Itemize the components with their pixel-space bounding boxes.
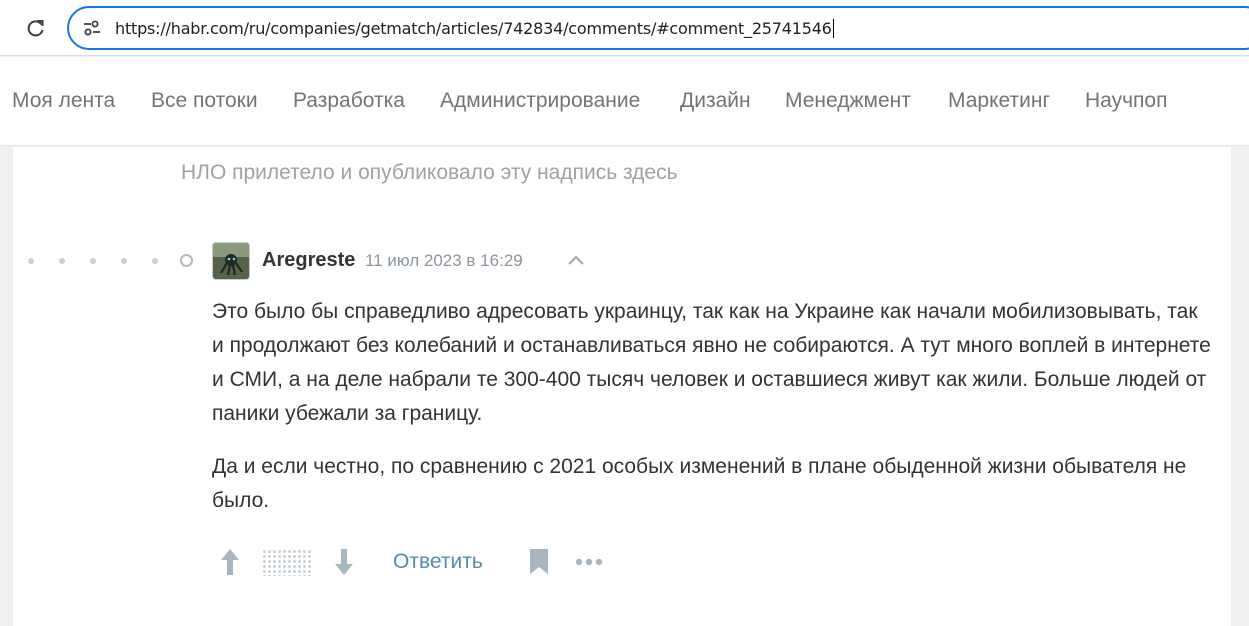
comments-card: НЛО прилетело и опубликовало эту надпись… bbox=[13, 147, 1231, 626]
thread-current-ring[interactable] bbox=[180, 254, 193, 267]
nav-item-administration[interactable]: Администрирование bbox=[440, 89, 640, 113]
thread-dot bbox=[28, 258, 34, 264]
nav-item-management[interactable]: Менеджмент bbox=[785, 89, 911, 113]
main-nav: Моя лента Все потоки Разработка Админист… bbox=[0, 57, 1249, 146]
downvote-icon[interactable] bbox=[332, 542, 356, 582]
more-icon[interactable] bbox=[574, 542, 606, 582]
nav-item-design[interactable]: Дизайн bbox=[680, 89, 751, 113]
ufo-notice: НЛО прилетело и опубликовало эту надпись… bbox=[181, 161, 678, 184]
thread-dot bbox=[59, 258, 65, 264]
comment-date[interactable]: 11 июл 2023 в 16:29 bbox=[365, 251, 523, 271]
reply-button[interactable]: Ответить bbox=[393, 542, 483, 582]
nav-item-my-feed[interactable]: Моя лента bbox=[12, 89, 115, 113]
comment-actions: Ответить bbox=[212, 542, 632, 582]
text-caret bbox=[832, 19, 834, 38]
thread-dot bbox=[90, 258, 96, 264]
url-text[interactable]: https://habr.com/ru/companies/getmatch/a… bbox=[115, 19, 834, 38]
comment-body: Это было бы справедливо адресовать украи… bbox=[212, 295, 1212, 537]
nav-item-development[interactable]: Разработка bbox=[293, 89, 405, 113]
comment-author[interactable]: Aregreste bbox=[262, 249, 355, 272]
comment-paragraph: Это было бы справедливо адресовать украи… bbox=[212, 300, 1211, 425]
collapse-chevron-icon[interactable] bbox=[566, 251, 586, 271]
reload-icon[interactable] bbox=[22, 14, 50, 42]
thread-dot bbox=[152, 258, 158, 264]
thread-dot bbox=[121, 258, 127, 264]
bookmark-icon[interactable] bbox=[528, 542, 550, 582]
nav-item-marketing[interactable]: Маркетинг bbox=[948, 89, 1050, 113]
comment-paragraph: Да и если честно, по сравнению с 2021 ос… bbox=[212, 455, 1187, 512]
site-info-icon[interactable] bbox=[83, 19, 101, 37]
browser-toolbar: https://habr.com/ru/companies/getmatch/a… bbox=[0, 0, 1249, 56]
upvote-icon[interactable] bbox=[218, 542, 242, 582]
address-bar[interactable]: https://habr.com/ru/companies/getmatch/a… bbox=[67, 6, 1249, 50]
vote-score-hidden bbox=[262, 549, 312, 576]
avatar[interactable] bbox=[212, 242, 250, 280]
nav-item-popsci[interactable]: Научпоп bbox=[1085, 89, 1167, 113]
nav-item-all-streams[interactable]: Все потоки bbox=[151, 89, 258, 113]
